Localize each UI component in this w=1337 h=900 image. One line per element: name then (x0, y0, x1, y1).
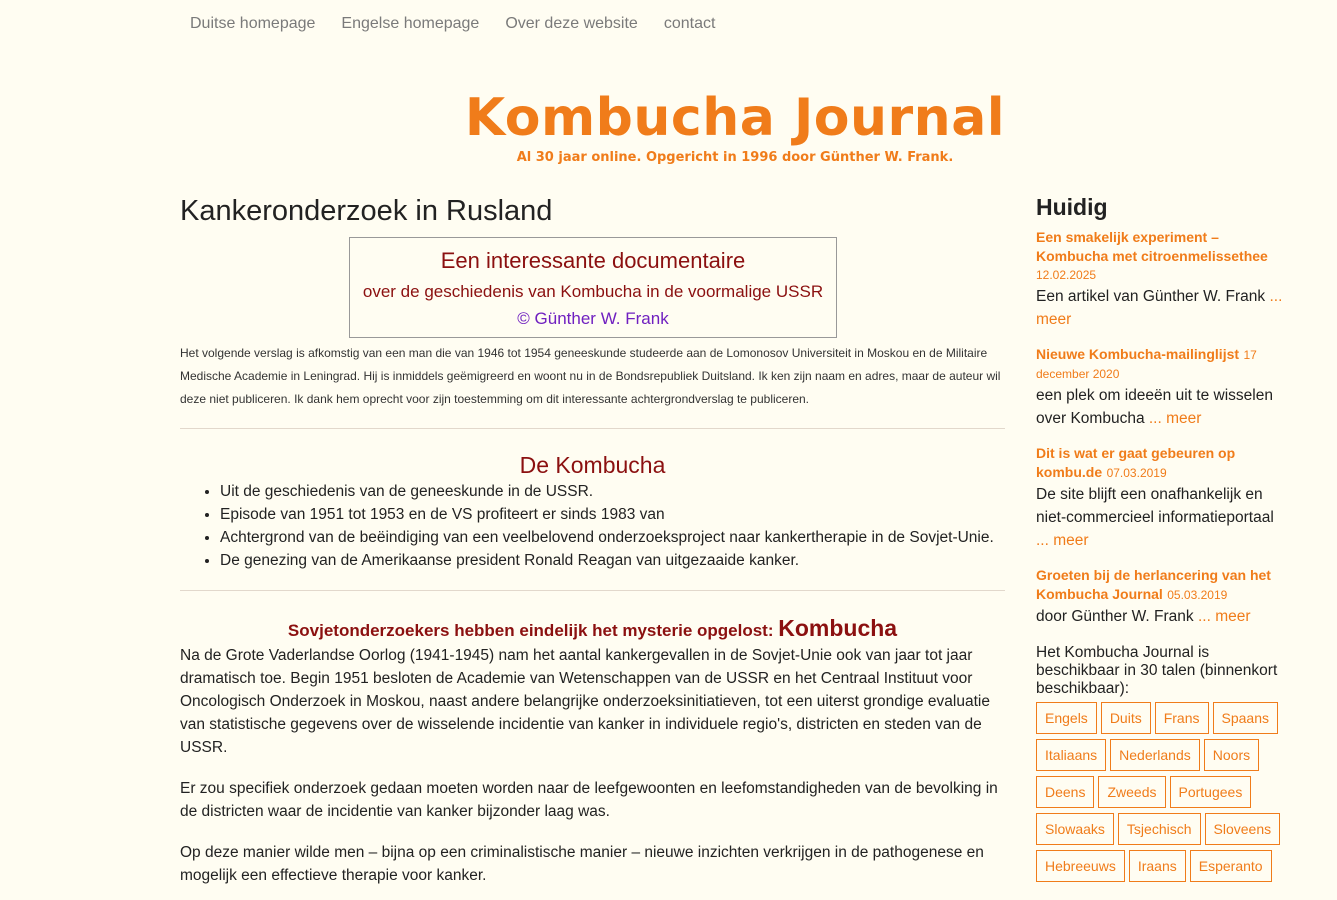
language-button-hebrew[interactable]: Hebreeuws (1036, 850, 1125, 882)
article: Kankeronderzoek in Rusland Een interessa… (180, 193, 1005, 887)
list-item: De genezing van de Amerikaanse president… (220, 549, 1005, 572)
summary-list: Uit de geschiedenis van de geneeskunde i… (220, 480, 1005, 572)
site-header: Kombucha Journal Al 30 jaar online. Opge… (0, 86, 1337, 165)
news-item: Groeten bij de herlancering van het Komb… (1036, 566, 1286, 628)
news-title-link[interactable]: Nieuwe Kombucha-mailinglijst (1036, 346, 1239, 362)
body-paragraph: Er zou specifiek onderzoek gedaan moeten… (180, 780, 998, 820)
list-item: Episode van 1951 tot 1953 en de VS profi… (220, 503, 1005, 526)
documentary-box: Een interessante documentaire over de ge… (349, 237, 837, 338)
news-date: 12.02.2025 (1036, 268, 1097, 282)
divider (180, 590, 1005, 591)
news-summary: Een artikel van Günther W. Frank (1036, 288, 1266, 305)
site-tagline: Al 30 jaar online. Opgericht in 1996 doo… (516, 150, 954, 165)
top-nav: Duitse homepage Engelse homepage Over de… (177, 12, 728, 36)
read-more-link[interactable]: ... meer (1149, 410, 1202, 427)
read-more-link[interactable]: ... meer (1036, 532, 1089, 549)
list-item: Uit de geschiedenis van de geneeskunde i… (220, 480, 1005, 503)
language-button-english[interactable]: Engels (1036, 702, 1097, 734)
nav-german-homepage[interactable]: Duitse homepage (177, 12, 328, 36)
section-title-text: Sovjetonderzoekers hebben eindelijk het … (287, 621, 774, 640)
language-button-spanish[interactable]: Spaans (1212, 702, 1278, 734)
language-button-swedish[interactable]: Zweeds (1098, 776, 1166, 808)
section-title-bold: Kombucha (778, 615, 898, 641)
news-item: Een smakelijk experiment – Kombucha met … (1036, 228, 1286, 331)
site-logo-title[interactable]: Kombucha Journal (0, 86, 1337, 150)
section-title-mystery: Sovjetonderzoekers hebben eindelijk het … (180, 615, 1005, 644)
divider (180, 428, 1005, 429)
news-summary: door Günther W. Frank (1036, 608, 1194, 625)
news-text: door Günther W. Frank ... meer (1036, 605, 1286, 628)
nav-about-website[interactable]: Over deze website (492, 12, 651, 36)
language-button-esperanto[interactable]: Esperanto (1189, 850, 1272, 882)
language-button-portuguese[interactable]: Portugees (1169, 776, 1252, 808)
sidebar: Huidig Een smakelijk experiment – Kombuc… (1036, 193, 1286, 882)
documentary-subheading: over de geschiedenis van Kombucha in de … (362, 282, 824, 301)
page-title: Kankeronderzoek in Rusland (180, 195, 553, 227)
news-text: een plek om ideeën uit te wisselen over … (1036, 384, 1286, 430)
sidebar-heading: Huidig (1036, 194, 1108, 220)
language-button-italian[interactable]: Italiaans (1036, 739, 1107, 771)
language-button-norwegian[interactable]: Noors (1203, 739, 1260, 771)
nav-contact[interactable]: contact (651, 12, 729, 36)
language-button-slovak[interactable]: Slowaaks (1036, 813, 1114, 845)
news-date: 05.03.2019 (1167, 588, 1228, 602)
documentary-heading: Een interessante documentaire (440, 248, 746, 273)
body-paragraph: Na de Grote Vaderlandse Oorlog (1941-194… (180, 647, 990, 756)
list-item: Achtergrond van de beëindiging van een v… (220, 526, 1005, 549)
copyright-line: © Günther W. Frank (517, 309, 669, 328)
language-button-danish[interactable]: Deens (1036, 776, 1095, 808)
news-summary: De site blijft een onafhankelijk en niet… (1036, 486, 1274, 526)
news-item: Nieuwe Kombucha-mailinglijst 17 december… (1036, 345, 1286, 430)
section-title-kombucha: De Kombucha (519, 452, 666, 478)
body-paragraph: Op deze manier wilde men – bijna op een … (180, 844, 984, 884)
language-button-iranian[interactable]: Iraans (1128, 850, 1186, 882)
read-more-link[interactable]: ... meer (1198, 608, 1251, 625)
language-button-czech[interactable]: Tsjechisch (1117, 813, 1201, 845)
language-button-german[interactable]: Duits (1100, 702, 1151, 734)
news-text: De site blijft een onafhankelijk en niet… (1036, 483, 1286, 552)
news-item: Dit is wat er gaat gebeuren op kombu.de … (1036, 444, 1286, 552)
intro-paragraph: Het volgende verslag is afkomstig van ee… (180, 346, 1001, 406)
language-button-slovenian[interactable]: Sloveens (1204, 813, 1281, 845)
news-title-link[interactable]: Een smakelijk experiment – Kombucha met … (1036, 229, 1268, 264)
languages-intro: Het Kombucha Journal is beschikbaar in 3… (1036, 644, 1278, 697)
news-date: 07.03.2019 (1106, 466, 1167, 480)
news-text: Een artikel van Günther W. Frank ... mee… (1036, 285, 1286, 331)
language-button-dutch[interactable]: Nederlands (1110, 739, 1200, 771)
language-list: Engels Duits Frans Spaans Italiaans Nede… (1036, 702, 1286, 882)
language-button-french[interactable]: Frans (1154, 702, 1209, 734)
nav-english-homepage[interactable]: Engelse homepage (328, 12, 492, 36)
news-title-link[interactable]: Groeten bij de herlancering van het Komb… (1036, 567, 1271, 602)
